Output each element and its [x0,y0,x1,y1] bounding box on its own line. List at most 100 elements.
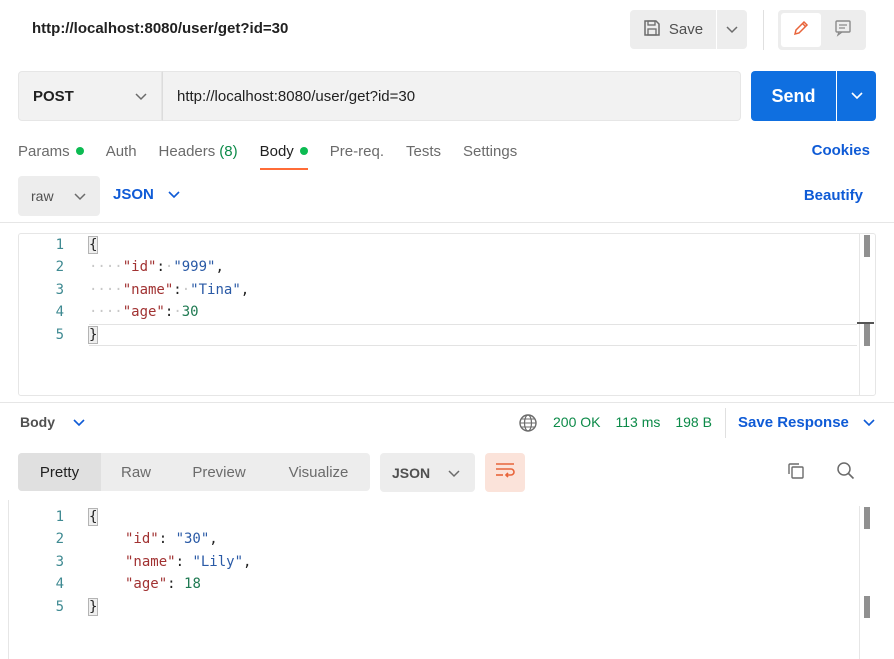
scrollbar-thumb[interactable] [864,235,870,257]
scrollbar-marker [864,324,870,346]
view-tab-raw[interactable]: Raw [101,453,171,491]
body-format-label: JSON [113,186,154,203]
response-time[interactable]: 113 ms [615,414,660,430]
line-number: 4 [55,304,64,320]
json-brace: } [87,598,99,616]
request-title[interactable]: http://localhost:8080/user/get?id=30 [32,20,288,37]
editor-scrollbar[interactable] [859,234,875,395]
json-value: "Lily" [192,554,244,570]
json-value: "Tina" [190,282,241,298]
code-line: "id": "30", [125,528,218,550]
response-section-select[interactable]: Body [20,414,85,430]
tab-auth[interactable]: Auth [106,141,137,161]
send-button[interactable]: Send [751,71,836,121]
divider [725,408,726,438]
json-key: "age" [125,576,168,592]
search-button[interactable] [831,458,861,488]
send-options-button[interactable] [837,71,876,121]
chevron-down-icon [168,186,180,203]
chevron-down-icon [850,87,863,105]
tab-label: Settings [463,142,518,160]
chevron-down-icon [74,188,86,204]
headers-count: (8) [219,142,238,160]
json-value: "30" [175,531,210,547]
tab-tests[interactable]: Tests [406,141,441,161]
code-line: { [87,506,99,528]
save-response-label: Save Response [738,414,849,431]
line-number: 5 [55,599,64,615]
json-colon: : [156,259,165,275]
divider [763,10,764,50]
tab-params[interactable]: Params [18,141,84,161]
method-label: POST [33,87,74,105]
comment-icon [834,19,852,42]
copy-button[interactable] [781,458,811,488]
json-key: "id" [122,259,157,275]
indent-marker: ···· [89,282,123,298]
response-section-label: Body [20,414,55,430]
tab-settings[interactable]: Settings [463,141,517,161]
tab-label: Pre-req. [329,142,384,160]
indent-marker: ···· [89,304,123,320]
json-comma: , [209,531,218,547]
response-meta: 200 OK 113 ms 198 B [553,414,712,430]
line-number: 5 [55,327,64,343]
chevron-down-icon [448,465,460,481]
json-comma: , [215,259,224,275]
chevron-down-icon [73,414,85,430]
code-line: { [87,234,99,256]
tab-headers[interactable]: Headers (8) [159,141,238,161]
save-response-button[interactable]: Save Response [738,414,875,431]
space-marker: · [181,282,191,298]
comments-mode-button[interactable] [823,13,863,47]
wrap-lines-icon [494,461,516,484]
line-number: 4 [55,576,64,592]
copy-icon [786,461,806,486]
method-select[interactable]: POST [18,71,162,121]
body-format-select[interactable]: JSON [113,186,180,203]
body-mode-select[interactable]: raw [18,176,100,216]
response-size[interactable]: 198 B [675,414,712,430]
tab-label: Headers [158,142,216,160]
scrollbar-thumb[interactable] [864,507,870,529]
line-number: 2 [55,259,64,275]
line-number: 2 [55,531,64,547]
chevron-down-icon [863,414,875,431]
beautify-link[interactable]: Beautify [804,187,863,204]
tab-body[interactable]: Body [259,141,309,170]
save-options-button[interactable] [717,10,747,49]
cookies-link[interactable]: Cookies [812,142,870,159]
edit-mode-button[interactable] [781,13,821,47]
cursor-marker [857,322,874,324]
view-tab-pretty[interactable]: Pretty [18,453,101,491]
divider [8,500,9,659]
tab-pre-request[interactable]: Pre-req. [330,141,384,161]
json-value: 18 [184,576,201,592]
json-key: "id" [125,531,159,547]
chevron-down-icon [726,21,738,39]
json-colon: : [173,282,182,298]
line-number: 3 [55,554,64,570]
view-tab-visualize[interactable]: Visualize [267,453,370,491]
json-value: "999" [173,259,216,275]
code-line: ····"age":·30 [89,301,199,323]
json-comma: , [240,282,250,298]
url-input[interactable] [162,71,741,121]
tab-label: Body [259,142,294,160]
json-colon: : [158,531,176,547]
status-code[interactable]: 200 OK [553,414,600,430]
save-button[interactable]: Save [630,10,716,49]
json-brace: } [87,326,99,344]
response-format-select[interactable]: JSON [380,453,475,492]
code-line: } [87,596,99,618]
divider [0,222,894,223]
json-comma: , [243,554,252,570]
tab-label: Tests [405,142,441,160]
response-format-label: JSON [392,464,431,481]
globe-icon[interactable] [518,413,538,438]
wrap-lines-button[interactable] [485,453,525,492]
view-tab-preview[interactable]: Preview [171,453,267,491]
tab-label: Params [18,142,70,160]
indent-marker: ···· [89,259,123,275]
request-tabs: Params Auth Headers (8) Body Pre-req. Tes… [18,141,539,170]
